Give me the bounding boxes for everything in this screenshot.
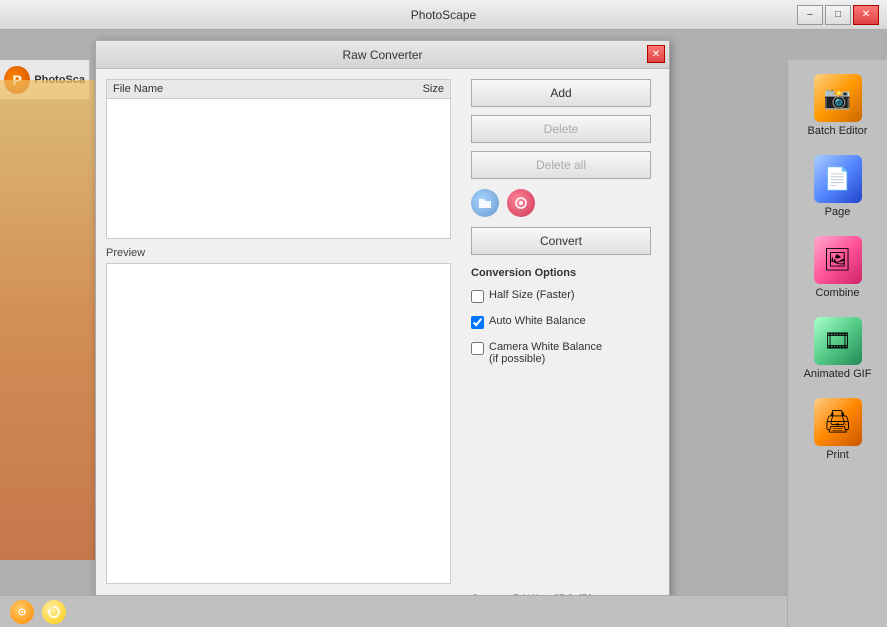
col-filename: File Name bbox=[113, 83, 364, 95]
print-label: Print bbox=[826, 449, 849, 461]
preview-box bbox=[106, 263, 451, 584]
print-icon: 🖨 bbox=[814, 398, 862, 446]
sidebar-item-animated-gif[interactable]: 🎞 Animated GIF bbox=[793, 313, 883, 384]
combine-icon: 🖼 bbox=[814, 236, 862, 284]
sidebar-item-batch-editor[interactable]: 📸 Batch Editor bbox=[793, 70, 883, 141]
add-button[interactable]: Add bbox=[471, 79, 651, 107]
batch-editor-icon: 📸 bbox=[814, 74, 862, 122]
left-panel: File Name Size Preview Preview Save Copy… bbox=[96, 69, 461, 627]
icon-row bbox=[471, 187, 651, 219]
conversion-options-header: Conversion Options bbox=[471, 267, 651, 279]
convert-button[interactable]: Convert bbox=[471, 227, 651, 255]
minimize-button[interactable]: – bbox=[797, 5, 823, 25]
animated-gif-label: Animated GIF bbox=[804, 368, 872, 380]
right-panel: Add Delete Delete all Convert Conv bbox=[461, 69, 661, 627]
auto-wb-label: Auto White Balance bbox=[489, 315, 586, 327]
sidebar-item-print[interactable]: 🖨 Print bbox=[793, 394, 883, 465]
title-bar: PhotoScape – □ ✕ bbox=[0, 0, 887, 30]
dialog-body: File Name Size Preview Preview Save Copy… bbox=[96, 69, 669, 627]
target-icon[interactable] bbox=[507, 189, 535, 217]
rotate-icon[interactable] bbox=[42, 600, 66, 624]
camera-wb-label: Camera White Balance (if possible) bbox=[489, 341, 602, 365]
preview-section: Preview bbox=[106, 247, 451, 584]
window-title: PhotoScape bbox=[411, 8, 476, 22]
camera-wb-checkbox[interactable] bbox=[471, 342, 484, 355]
settings-icon[interactable] bbox=[10, 600, 34, 624]
maximize-button[interactable]: □ bbox=[825, 5, 851, 25]
file-list-header: File Name Size bbox=[107, 80, 450, 99]
camera-wb-row: Camera White Balance (if possible) bbox=[471, 341, 651, 365]
page-icon: 📄 bbox=[814, 155, 862, 203]
auto-wb-row: Auto White Balance bbox=[471, 315, 651, 329]
half-size-label: Half Size (Faster) bbox=[489, 289, 575, 301]
sidebar-item-page[interactable]: 📄 Page bbox=[793, 151, 883, 222]
raw-converter-dialog: Raw Converter ✕ File Name Size Preview bbox=[95, 40, 670, 627]
delete-all-button[interactable]: Delete all bbox=[471, 151, 651, 179]
file-list-container: File Name Size bbox=[106, 79, 451, 239]
bottom-bar bbox=[0, 595, 787, 627]
file-list-body[interactable] bbox=[107, 99, 450, 219]
batch-editor-label: Batch Editor bbox=[808, 125, 868, 137]
window-controls: – □ ✕ bbox=[797, 5, 879, 25]
col-size: Size bbox=[364, 83, 444, 95]
right-sidebar: 📸 Batch Editor 📄 Page 🖼 Combine 🎞 Animat… bbox=[787, 60, 887, 627]
dialog-title: Raw Converter bbox=[342, 48, 422, 62]
folder-icon[interactable] bbox=[471, 189, 499, 217]
close-button[interactable]: ✕ bbox=[853, 5, 879, 25]
dialog-close-button[interactable]: ✕ bbox=[647, 45, 665, 63]
auto-wb-checkbox[interactable] bbox=[471, 316, 484, 329]
delete-button[interactable]: Delete bbox=[471, 115, 651, 143]
main-content: P PhotoSca Raw Converter ✕ File Name Siz… bbox=[0, 30, 887, 627]
dialog-titlebar: Raw Converter ✕ bbox=[96, 41, 669, 69]
preview-label: Preview bbox=[106, 247, 451, 259]
half-size-checkbox[interactable] bbox=[471, 290, 484, 303]
combine-label: Combine bbox=[815, 287, 859, 299]
half-size-row: Half Size (Faster) bbox=[471, 289, 651, 303]
animated-gif-icon: 🎞 bbox=[814, 317, 862, 365]
page-label: Page bbox=[825, 206, 851, 218]
sidebar-item-combine[interactable]: 🖼 Combine bbox=[793, 232, 883, 303]
background-photo bbox=[0, 80, 100, 560]
